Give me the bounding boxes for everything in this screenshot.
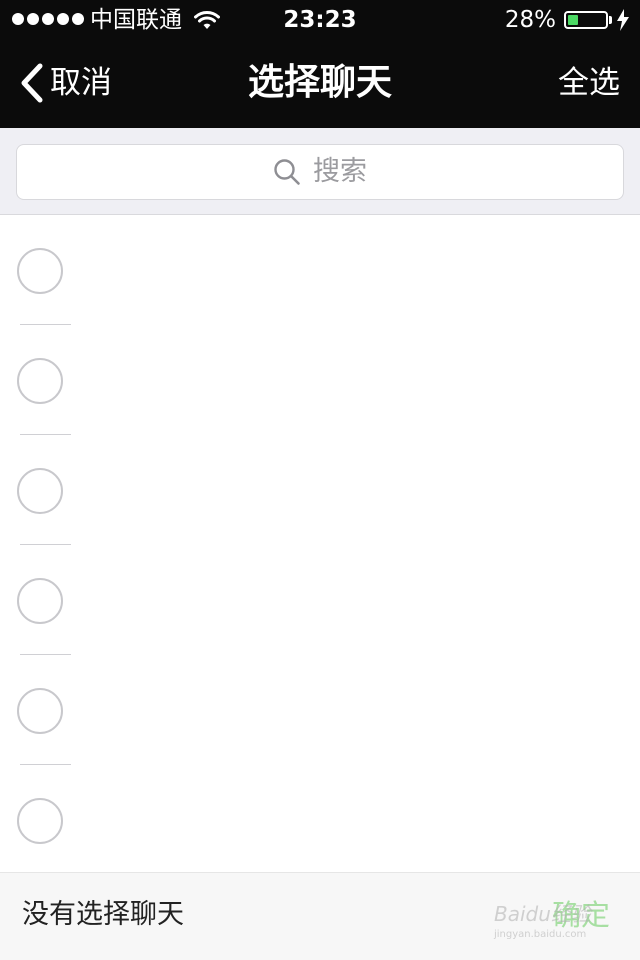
status-bar: 中国联通 23:23 28% <box>0 0 640 40</box>
charging-bolt-icon <box>617 9 629 31</box>
chat-list-item[interactable] <box>0 545 640 655</box>
selection-radio[interactable] <box>17 358 63 404</box>
chat-list <box>0 215 640 872</box>
battery-icon <box>564 11 608 29</box>
battery-percent: 28% <box>504 7 556 33</box>
selection-radio[interactable] <box>17 248 63 294</box>
search-icon <box>274 159 300 185</box>
chat-list-item[interactable] <box>0 765 640 872</box>
search-placeholder: 搜索 <box>313 156 367 187</box>
select-all-button[interactable]: 全选 <box>558 63 620 103</box>
selection-radio[interactable] <box>17 688 63 734</box>
chat-list-item[interactable] <box>0 215 640 325</box>
search-input[interactable]: 搜索 <box>16 144 624 200</box>
top-header: 中国联通 23:23 28% 取消 选择聊天 全选 <box>0 0 640 128</box>
page-title: 选择聊天 <box>247 62 392 103</box>
chat-list-item[interactable] <box>0 325 640 435</box>
search-bar-container: 搜索 <box>0 128 640 215</box>
battery-level-fill <box>568 15 578 25</box>
screen: 中国联通 23:23 28% 取消 选择聊天 全选 搜索 没有选择聊天 确定 B… <box>0 0 640 960</box>
chat-list-item[interactable] <box>0 435 640 545</box>
selection-radio[interactable] <box>17 468 63 514</box>
selection-status-text: 没有选择聊天 <box>22 899 184 930</box>
bottom-toolbar: 没有选择聊天 确定 Baidu经验 jingyan.baidu.com <box>0 872 640 960</box>
selection-radio[interactable] <box>17 578 63 624</box>
battery-nub <box>609 16 612 24</box>
navigation-bar: 取消 选择聊天 全选 <box>0 40 640 128</box>
chat-list-item[interactable] <box>0 655 640 765</box>
selection-radio[interactable] <box>17 798 63 844</box>
confirm-button[interactable]: 确定 <box>552 897 610 933</box>
